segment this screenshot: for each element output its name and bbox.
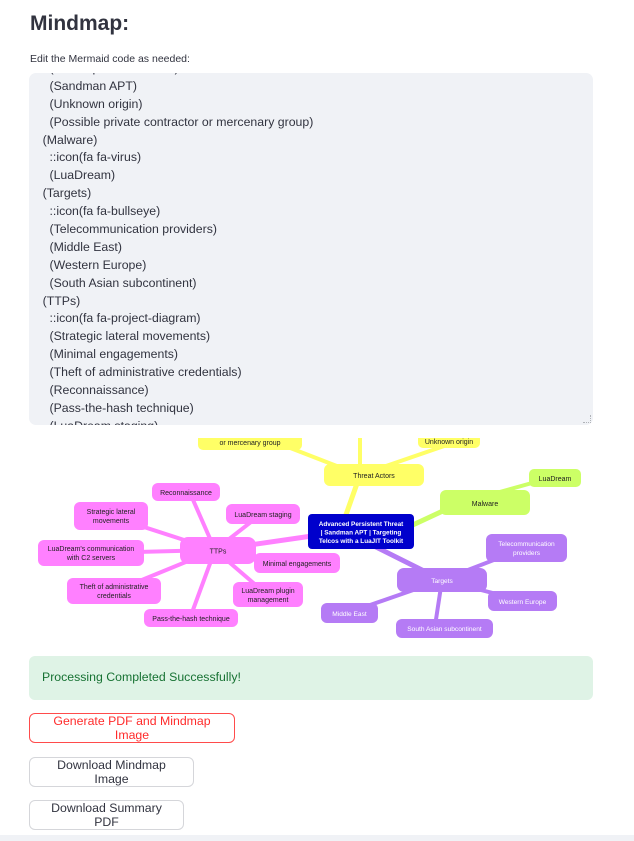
mindmap-svg: or mercenary group Unknown origin Threat… [38,438,581,638]
node-malware-label: Malware [472,501,499,508]
code-line: (Sandman APT) [29,78,137,93]
node-plugin-line-2: management [248,597,289,604]
mermaid-code-editor[interactable]: (State-sponsored actor) (Sandman APT) (U… [29,73,593,425]
node-plugin-line-1: LuaDream plugin [241,588,294,595]
node-theft-line-2: credentials [97,593,131,600]
node-c2-line-1: LuaDream's communication [48,546,135,553]
success-alert: Processing Completed Successfully! [29,656,593,700]
node-targets-label: Targets [431,578,453,585]
editor-label: Edit the Mermaid code as needed: [30,53,190,65]
generate-pdf-button[interactable]: Generate PDF and Mindmap Image [29,713,235,743]
node-minimal-engagements-label: Minimal engagements [263,561,332,568]
node-theft-line-1: Theft of administrative [80,584,149,591]
code-line: (Minimal engagements) [29,347,178,362]
node-root-line-3: Telcos with a LuaJIT Toolkit [319,538,404,545]
download-summary-pdf-button[interactable]: Download Summary PDF [29,800,184,830]
code-line: (Theft of administrative credentials) [29,365,242,380]
node-root-line-2: | Sandman APT | Targeting [321,530,402,537]
node-reconnaissance-label: Reconnaissance [160,490,212,497]
node-pass-the-hash-label: Pass-the-hash technique [152,616,230,623]
code-line: ::icon(fa fa-bullseye) [29,204,161,219]
node-south-asian-label: South Asian subcontinent [407,626,482,633]
code-text[interactable]: (State-sponsored actor) (Sandman APT) (U… [29,73,593,425]
node-unknown-origin-label: Unknown origin [425,439,473,446]
code-line: (LuaDream staging) [29,418,593,425]
node-luadream-staging-label: LuaDream staging [234,512,291,519]
success-message: Processing Completed Successfully! [42,670,241,684]
node-theft-credentials [67,578,161,604]
code-line: ::icon(fa fa-virus) [29,150,142,165]
code-line: (Western Europe) [29,257,147,272]
mindmap-diagram: or mercenary group Unknown origin Threat… [30,438,593,638]
code-line: (Unknown origin) [29,96,143,111]
node-telecom-providers [486,534,567,562]
node-root-line-1: Advanced Persistent Threat [319,521,404,528]
node-lateral-line-2: movements [93,518,130,525]
node-mercenary-group-label: or mercenary group [219,440,280,447]
code-line: (South Asian subcontinent) [29,275,197,290]
bottom-edge [0,835,634,841]
code-line: (Malware) [29,132,98,147]
code-line: (Possible private contractor or mercenar… [29,114,314,129]
node-strategic-lateral [74,502,148,530]
node-telecom-line-2: providers [513,550,541,557]
code-line: (LuaDream) [29,168,116,183]
node-telecom-line-1: Telecommunication [498,541,555,548]
code-line: (Strategic lateral movements) [29,329,211,344]
node-middle-east-label: Middle East [332,611,367,618]
code-line: (TTPs) [29,293,81,308]
code-line: (Pass-the-hash technique) [29,400,194,415]
code-line: ::icon(fa fa-project-diagram) [29,311,201,326]
code-line: (Middle East) [29,239,122,254]
download-mindmap-image-button[interactable]: Download Mindmap Image [29,757,194,787]
node-lateral-line-1: Strategic lateral [87,509,136,516]
node-ttps-label: TTPs [210,549,227,556]
node-luadream-malware-label: LuaDream [539,476,572,483]
resize-handle[interactable] [583,415,591,423]
page-title: Mindmap: [30,12,130,35]
code-line: (Telecommunication providers) [29,222,217,237]
node-western-europe-label: Western Europe [499,599,547,606]
code-line: (Targets) [29,186,92,201]
node-threat-actors-label: Threat Actors [353,473,395,480]
node-c2-line-2: with C2 servers [66,555,116,562]
node-c2-communication [38,540,144,566]
code-line: (Reconnaissance) [29,383,149,398]
